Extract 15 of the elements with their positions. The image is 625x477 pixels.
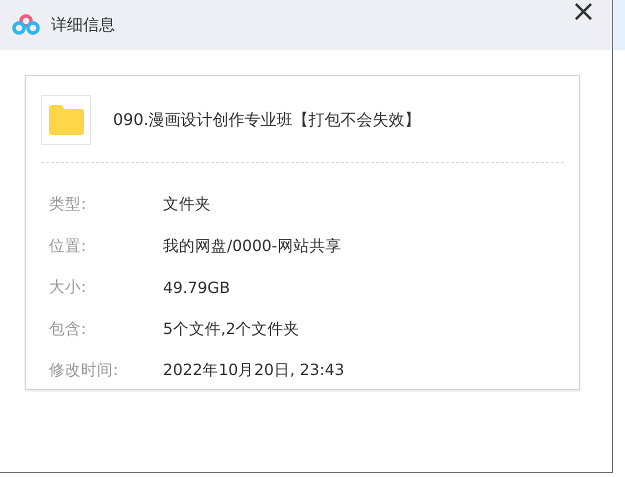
cloud-logo-icon [11,14,41,36]
detail-value: 文件夹 [163,194,211,216]
detail-value: 2022年10月20日, 23:43 [163,360,344,382]
detail-label: 类型: [48,194,88,216]
folder-icon [47,104,85,136]
window-title: 详细信息 [51,14,115,36]
file-name: 090.漫画设计创作专业班【打包不会失效】 [113,110,421,130]
detail-value: 5个文件,2个文件夹 [163,318,300,340]
detail-label: 位置: [48,236,88,257]
detail-label: 修改时间: [48,360,120,382]
detail-value: 49.79GB [163,278,230,297]
close-button[interactable]: × [568,0,598,24]
detail-value: 我的网盘/0000-网站共享 [163,236,342,257]
detail-label: 大小: [48,277,88,298]
detail-label: 包含: [48,318,88,340]
